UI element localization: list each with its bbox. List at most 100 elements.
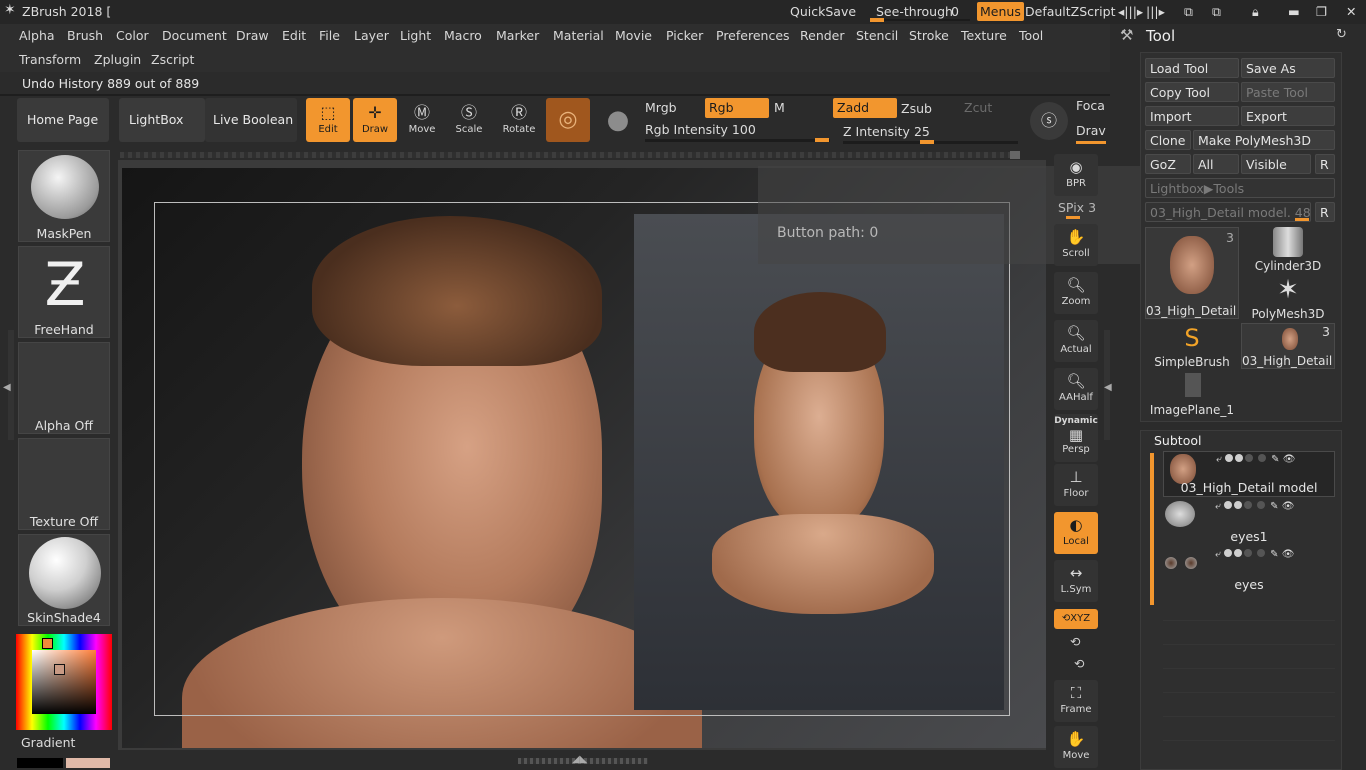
lightbox-button[interactable]: LightBox [119,98,205,142]
menu-zplugin[interactable]: Zplugin [92,50,143,70]
subtool-controls[interactable]: ⤶ ✎ 👁︎ [1215,501,1294,512]
polypaint-icon[interactable]: ⤶ [1216,454,1222,465]
see-through-slider[interactable] [870,19,970,21]
floor-button[interactable]: ⊥ Floor [1054,464,1098,506]
menu-tool[interactable]: Tool [1017,26,1045,46]
zadd-button[interactable]: Zadd [833,98,897,118]
menu-stencil[interactable]: Stencil [854,26,900,46]
bpr-button[interactable]: ◉ BPR [1054,154,1098,196]
menu-layer[interactable]: Layer [352,26,391,46]
ui-columns-icon[interactable]: |||▸ [1146,4,1165,19]
eye-icon[interactable]: 👁︎ [1283,454,1296,465]
rgb-button[interactable]: Rgb [705,98,769,118]
draw-button[interactable]: ✛ Draw [353,98,397,142]
focal-shift-label[interactable]: Foca [1076,98,1105,113]
rgb-intensity-slider[interactable] [645,139,830,142]
subtool-scrollbar[interactable] [1150,453,1154,605]
color-marker[interactable] [54,664,65,675]
menu-brush[interactable]: Brush [65,26,105,46]
polypaint-icon[interactable]: ⤶ [1215,549,1221,560]
draw-size-knob[interactable] [1076,141,1106,144]
canvas-ruler-handle[interactable] [1010,151,1020,159]
menu-render[interactable]: Render [798,26,847,46]
home-page-button[interactable]: Home Page [17,98,109,142]
tool-thumb-polymesh[interactable]: ✶ PolyMesh3D [1241,275,1335,321]
paste-tool-button[interactable]: Paste Tool [1241,82,1335,102]
alpha-thumbnail[interactable]: Alpha Off [18,342,110,434]
rotate-button[interactable]: Ⓡ Rotate [497,98,541,142]
lsym-button[interactable]: ↔ L.Sym [1054,560,1098,602]
make-polymesh-button[interactable]: Make PolyMesh3D [1193,130,1335,150]
undo-history-timeline[interactable] [0,94,1110,96]
z-intensity-label[interactable]: Z Intensity 25 [843,124,930,139]
tool-thumb-high-detail-2[interactable]: 3 03_High_Detail n [1241,323,1335,369]
subtool-controls[interactable]: ⤶ ✎ 👁︎ [1216,454,1295,465]
import-button[interactable]: Import [1145,106,1239,126]
edit-button[interactable]: ⬚ Edit [306,98,350,142]
material-thumbnail[interactable]: SkinShade4 [18,534,110,626]
m-button[interactable]: M [774,100,785,115]
zsub-button[interactable]: Zsub [901,101,932,116]
copy-tool-button[interactable]: Copy Tool [1145,82,1239,102]
z-rotate-icon[interactable]: ⟲ [1074,656,1084,671]
subtool-row-eyes[interactable]: ⤶ ✎ 👁︎ eyes [1163,547,1335,593]
menu-color[interactable]: Color [114,26,151,46]
menu-file[interactable]: File [317,26,342,46]
brush-icon[interactable]: ✎ [1271,454,1279,465]
zcut-button[interactable]: Zcut [964,100,992,115]
goz-all-button[interactable]: All [1193,154,1239,174]
ui-layout-icon[interactable]: ◂|||▸ [1118,4,1143,19]
tool-palette-title[interactable]: Tool [1146,27,1175,45]
refresh-icon[interactable]: ↻ [1336,27,1347,42]
minimize-icon[interactable]: ▬ [1288,4,1300,19]
bottom-tray-arrow-icon[interactable]: ◢◣ [572,754,587,765]
default-zscript-button[interactable]: DefaultZScript [1025,4,1116,19]
menu-document[interactable]: Document [160,26,229,46]
polypaint-icon[interactable]: ⤶ [1215,501,1221,512]
sculptris-pro-icon[interactable]: ⓢ [1030,102,1068,140]
menu-macro[interactable]: Macro [442,26,484,46]
menu-marker[interactable]: Marker [494,26,541,46]
y-rotate-icon[interactable]: ⟲ [1070,634,1080,649]
frame-button[interactable]: ⛶ Frame [1054,680,1098,722]
layout-icon[interactable]: ⧉ [1184,4,1193,20]
color-picker[interactable] [16,634,112,730]
hue-marker[interactable] [42,638,53,649]
aahalf-button[interactable]: 🔍︎ AAHalf [1054,368,1098,410]
menu-movie[interactable]: Movie [613,26,654,46]
spix-setting[interactable]: SPix 3 [1058,200,1096,215]
gradient-toggle[interactable]: Gradient [21,735,75,750]
current-tool-slider[interactable]: 03_High_Detail model. 48 [1145,202,1311,222]
color-saturation-box[interactable] [32,650,96,714]
subtool-controls[interactable]: ⤶ ✎ 👁︎ [1215,549,1294,560]
export-button[interactable]: Export [1241,106,1335,126]
local-button[interactable]: ◐ Local [1054,512,1098,554]
subtool-title[interactable]: Subtool [1154,433,1201,448]
draw-size-label[interactable]: Drav [1076,123,1106,138]
menu-transform[interactable]: Transform [17,50,83,70]
tool-thumb-imageplane[interactable]: ImagePlane_1 [1145,371,1239,417]
lock-icon[interactable]: 🔒︎ [1252,4,1259,20]
menu-texture[interactable]: Texture [959,26,1009,46]
see-through-slider-knob[interactable] [870,18,884,22]
stroke-thumbnail[interactable]: Ƶ FreeHand [18,246,110,338]
menu-edit[interactable]: Edit [280,26,308,46]
see-through-label[interactable]: See-through [876,4,953,19]
right-tray-arrow-icon[interactable]: ◀ [1104,382,1112,393]
quicksave-button[interactable]: QuickSave [790,4,856,19]
restore-icon[interactable]: ❐ [1316,4,1327,19]
menu-preferences[interactable]: Preferences [714,26,792,46]
eye-icon[interactable]: 👁︎ [1282,549,1295,560]
secondary-color-swatch[interactable] [17,758,63,768]
brush-thumbnail[interactable]: MaskPen [18,150,110,242]
tool-thumb-high-detail[interactable]: 3 03_High_Detail n [1145,227,1239,319]
menu-stroke[interactable]: Stroke [907,26,951,46]
live-boolean-button[interactable]: Live Boolean [205,98,297,142]
material-swatch-button[interactable]: ◎ [546,98,590,142]
brush-icon[interactable]: ✎ [1270,549,1278,560]
menu-zscript[interactable]: Zscript [149,50,196,70]
mrgb-button[interactable]: Mrgb [645,100,677,115]
actual-button[interactable]: 🔍︎ Actual [1054,320,1098,362]
lightbox-tools-button[interactable]: Lightbox▶Tools [1145,178,1335,198]
scale-button[interactable]: Ⓢ Scale [447,98,491,142]
